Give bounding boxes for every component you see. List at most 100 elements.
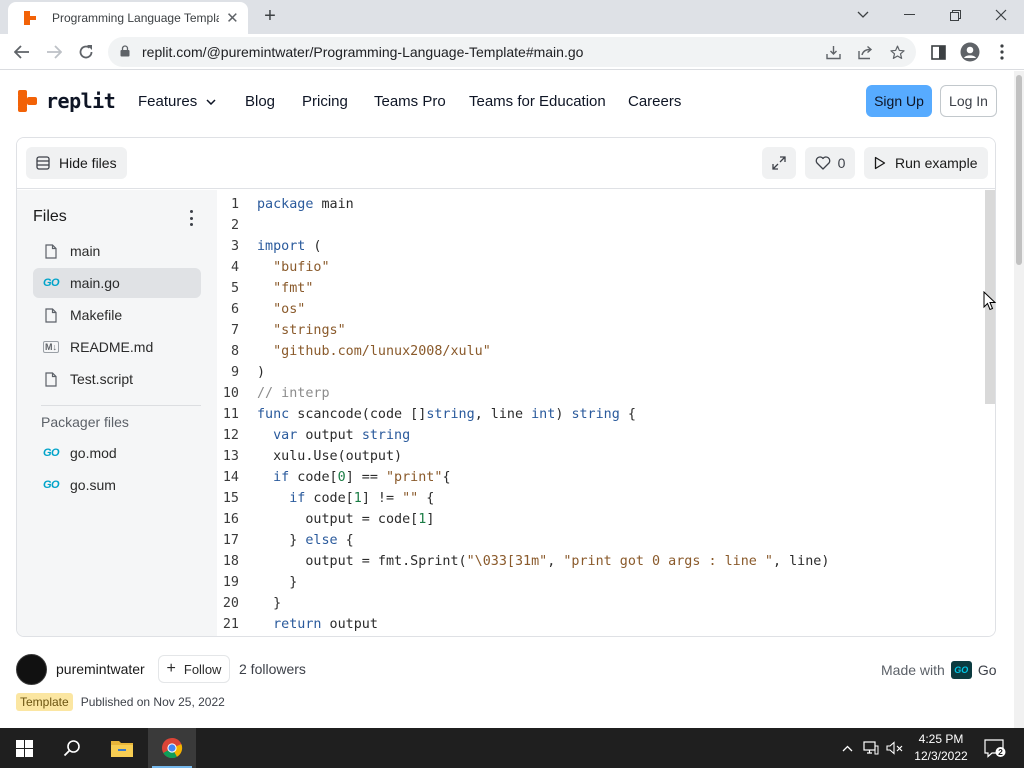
file-item-go-mod[interactable]: GO go.mod <box>33 438 201 468</box>
nav-pricing[interactable]: Pricing <box>302 93 348 110</box>
nav-careers[interactable]: Careers <box>628 93 681 110</box>
taskbar-clock[interactable]: 4:25 PM 12/3/2022 <box>910 731 972 765</box>
line-source: xulu.Use(output) <box>257 449 403 464</box>
file-icon <box>41 243 61 259</box>
code-line[interactable]: 3 import ( <box>217 236 829 257</box>
code-line[interactable]: 9) <box>217 362 829 383</box>
line-number: 12 <box>222 428 239 443</box>
followers-count[interactable]: 2 followers <box>239 661 306 677</box>
code-line[interactable]: 10 // interp <box>217 383 829 404</box>
install-icon[interactable] <box>822 42 844 62</box>
file-item-main-go[interactable]: GO main.go <box>33 268 201 298</box>
heart-icon <box>815 156 830 170</box>
code-line[interactable]: 5 "fmt" <box>217 278 829 299</box>
browser-tab[interactable]: Programming Language Template ✕ <box>8 2 248 34</box>
file-name: go.mod <box>70 445 117 461</box>
code-editor[interactable]: 1 package main 2 3 import (4 "bufio" 5 "fmt" 6… <box>217 190 995 636</box>
file-item-go-sum[interactable]: GO go.sum <box>33 470 201 500</box>
file-name: go.sum <box>70 477 116 493</box>
chevron-up-icon[interactable] <box>838 739 856 757</box>
more-vert-icon[interactable] <box>185 208 197 228</box>
chevron-down-icon[interactable] <box>840 0 886 30</box>
lock-icon[interactable] <box>120 45 130 57</box>
code-line[interactable]: 21 return output <box>217 614 829 635</box>
line-number: 5 <box>230 281 239 296</box>
reload-icon[interactable] <box>72 38 100 66</box>
side-panel-icon[interactable] <box>926 40 950 64</box>
code-line[interactable]: 14 if code[0] == "print"{ <box>217 467 829 488</box>
author-row: puremintwater + Follow 2 followers Made w… <box>16 654 997 685</box>
line-source: "github.com/lunux2008/xulu" <box>273 344 491 359</box>
expand-button[interactable] <box>762 147 796 179</box>
nav-teams-pro[interactable]: Teams Pro <box>374 93 446 110</box>
log-in-button[interactable]: Log In <box>940 85 997 117</box>
code-line[interactable]: 1 package main <box>217 194 829 215</box>
page-scrollbar[interactable] <box>1014 71 1024 728</box>
plus-icon[interactable]: + <box>258 4 282 28</box>
more-vert-icon[interactable] <box>990 40 1014 64</box>
notification-center-icon[interactable]: 2 <box>984 738 1006 761</box>
code-line[interactable]: 7 "strings" <box>217 320 829 341</box>
code-line[interactable]: 20 } <box>217 593 829 614</box>
code-line[interactable]: 2 <box>217 215 829 236</box>
clock-date: 12/3/2022 <box>914 749 968 763</box>
editor-scrollbar[interactable] <box>983 190 995 636</box>
code-line[interactable]: 11 func scancode(code []string, line int)… <box>217 404 829 425</box>
author-name[interactable]: puremintwater <box>56 661 145 677</box>
tab-title: Programming Language Template <box>52 11 219 25</box>
line-number: 7 <box>230 323 239 338</box>
search-icon[interactable] <box>48 728 96 768</box>
file-explorer-icon[interactable] <box>98 728 146 768</box>
code-line[interactable]: 13 xulu.Use(output) <box>217 446 829 467</box>
code-line[interactable]: 12 var output string <box>217 425 829 446</box>
replit-logo[interactable]: replit <box>18 89 116 113</box>
avatar[interactable] <box>16 654 47 685</box>
file-item-readme[interactable]: M↓ README.md <box>33 332 201 362</box>
close-window-icon[interactable] <box>978 0 1024 30</box>
line-number: 13 <box>222 449 239 464</box>
url-text[interactable]: replit.com/@puremintwater/Programming-La… <box>142 44 583 60</box>
line-source: func scancode(code []string, line int) s… <box>257 407 636 422</box>
hide-files-button[interactable]: Hide files <box>26 147 127 179</box>
back-arrow-icon[interactable] <box>8 38 36 66</box>
line-source: var output string <box>273 428 411 443</box>
like-button[interactable]: 0 <box>805 147 855 179</box>
sign-up-button[interactable]: Sign Up <box>866 85 932 117</box>
address-bar[interactable]: replit.com/@puremintwater/Programming-La… <box>108 37 916 67</box>
follow-button[interactable]: + Follow <box>158 655 230 683</box>
chrome-icon[interactable] <box>148 728 196 768</box>
line-source: } <box>257 575 298 590</box>
nav-features[interactable]: Features <box>138 93 216 110</box>
nav-teams-for-education[interactable]: Teams for Education <box>469 93 606 110</box>
made-with: Made with GO Go <box>881 661 997 679</box>
code-line[interactable]: 17 } else { <box>217 530 829 551</box>
minimize-icon[interactable] <box>886 0 932 30</box>
nav-blog[interactable]: Blog <box>245 93 275 110</box>
code-line[interactable]: 15 if code[1] != "" { <box>217 488 829 509</box>
code-line[interactable]: 6 "os" <box>217 299 829 320</box>
code-line[interactable]: 18 output = fmt.Sprint("\033[31m", "prin… <box>217 551 830 572</box>
code-line[interactable]: 4 "bufio" <box>217 257 829 278</box>
code-line[interactable]: 16 output = code[1] <box>217 509 829 530</box>
profile-icon[interactable] <box>958 40 982 64</box>
template-badge: Template <box>16 693 73 711</box>
volume-muted-icon[interactable] <box>886 739 904 757</box>
file-item-test-script[interactable]: Test.script <box>33 364 201 394</box>
line-source: if code[0] == "print"{ <box>273 470 451 485</box>
file-item-makefile[interactable]: Makefile <box>33 300 201 330</box>
forward-arrow-icon[interactable] <box>40 38 68 66</box>
code-line[interactable]: 8 "github.com/lunux2008/xulu" <box>217 341 829 362</box>
run-example-button[interactable]: Run example <box>864 147 988 179</box>
restore-icon[interactable] <box>932 0 978 30</box>
file-item-main[interactable]: main <box>33 236 201 266</box>
star-icon[interactable] <box>886 42 908 62</box>
site-header: replit Features Blog Pricing Teams Pro T… <box>0 71 1010 131</box>
close-icon[interactable]: ✕ <box>225 9 240 27</box>
hide-files-label: Hide files <box>59 155 117 171</box>
share-icon[interactable] <box>854 42 876 62</box>
line-number: 9 <box>230 365 239 380</box>
file-name: README.md <box>70 339 154 355</box>
network-icon[interactable] <box>862 739 880 757</box>
windows-start-icon[interactable] <box>0 728 48 768</box>
code-line[interactable]: 19 } <box>217 572 829 593</box>
